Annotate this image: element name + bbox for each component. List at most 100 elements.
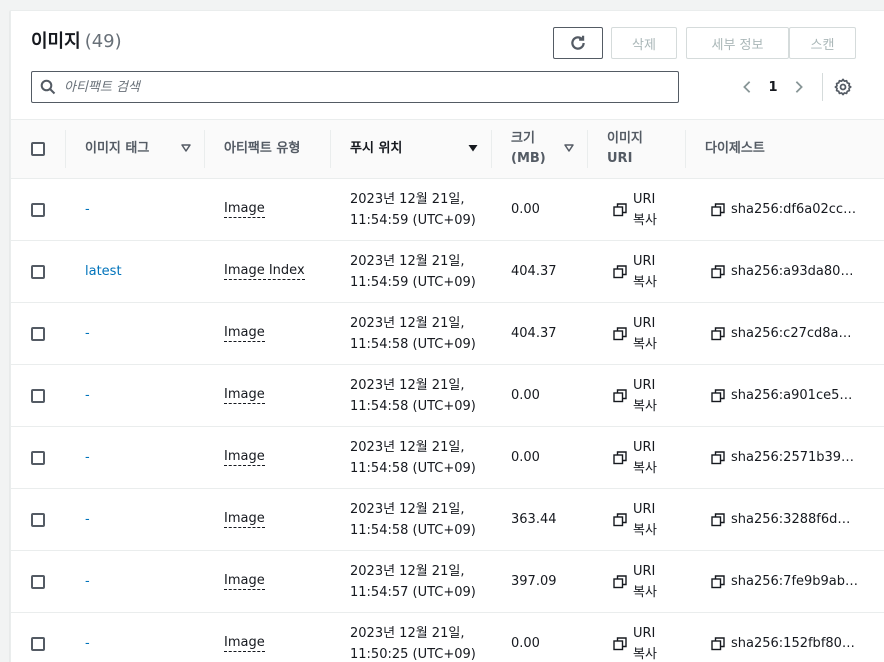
select-all-checkbox[interactable] xyxy=(31,142,45,156)
delete-button[interactable]: 삭제 xyxy=(611,27,677,59)
pushed-at-cell: 2023년 12월 21일, 11:54:58 (UTC+09) xyxy=(350,489,476,550)
refresh-button[interactable] xyxy=(553,27,603,59)
pushed-date: 2023년 12월 21일, xyxy=(350,315,465,331)
column-label-size: 크기 xyxy=(511,131,535,146)
pushed-date: 2023년 12월 21일, xyxy=(350,501,465,517)
pushed-date: 2023년 12월 21일, xyxy=(350,563,465,579)
row-checkbox[interactable] xyxy=(31,202,45,217)
row-checkbox-cell xyxy=(31,179,45,240)
copy-digest-button[interactable]: sha256:3288f6d… xyxy=(711,489,871,550)
row-checkbox[interactable] xyxy=(31,574,45,589)
next-page-button[interactable] xyxy=(787,75,811,99)
search-box xyxy=(31,71,679,103)
pushed-date: 2023년 12월 21일, xyxy=(350,439,465,455)
size-cell: 404.37 xyxy=(511,326,557,341)
copy-digest-button[interactable]: sha256:c27cd8ae… xyxy=(711,303,871,364)
size-cell: 363.44 xyxy=(511,512,557,527)
table-row: - Image 2023년 12월 21일, 11:54:57 (UTC+09) … xyxy=(11,551,884,613)
row-checkbox-cell xyxy=(31,303,45,364)
copy-icon xyxy=(711,264,725,278)
image-tag-link[interactable]: - xyxy=(85,303,90,364)
pushed-at-cell: 2023년 12월 21일, 11:54:58 (UTC+09) xyxy=(350,365,476,426)
prev-page-button[interactable] xyxy=(735,75,759,99)
image-tag-link[interactable]: - xyxy=(85,489,90,550)
copy-icon xyxy=(613,326,627,340)
current-page[interactable]: 1 xyxy=(759,80,787,95)
copy-uri-button[interactable]: URI 복사 xyxy=(613,241,657,302)
pushed-date: 2023년 12월 21일, xyxy=(350,625,465,641)
caret-down-icon xyxy=(468,145,478,152)
image-tag-link[interactable]: - xyxy=(85,613,90,662)
preferences-button[interactable] xyxy=(831,75,855,99)
copy-uri-label-2: 복사 xyxy=(633,522,657,538)
details-button[interactable]: 세부 정보 xyxy=(686,27,789,59)
copy-uri-label-1: URI xyxy=(633,377,656,393)
copy-digest-button[interactable]: sha256:7fe9b9ab… xyxy=(711,551,871,612)
image-tag-link[interactable]: - xyxy=(85,551,90,612)
image-count: (49) xyxy=(84,31,122,52)
pushed-time: 11:54:59 (UTC+09) xyxy=(350,274,476,290)
row-checkbox[interactable] xyxy=(31,450,45,465)
artifact-type-cell: Image Index xyxy=(224,241,305,302)
column-label-tag: 이미지 태그 xyxy=(85,141,150,156)
copy-uri-button[interactable]: URI 복사 xyxy=(613,613,657,662)
image-tag-link[interactable]: - xyxy=(85,179,90,240)
search-input[interactable] xyxy=(64,73,678,101)
row-checkbox[interactable] xyxy=(31,512,45,527)
copy-uri-label-1: URI xyxy=(633,439,656,455)
copy-uri-button[interactable]: URI 복사 xyxy=(613,179,657,240)
row-checkbox[interactable] xyxy=(31,636,45,651)
scan-button[interactable]: 스캔 xyxy=(789,27,856,59)
column-header-size[interactable]: 크기 (MB) xyxy=(491,120,587,178)
row-checkbox-cell xyxy=(31,551,45,612)
artifact-type[interactable]: Image xyxy=(224,511,265,528)
pager-divider xyxy=(822,73,823,101)
copy-digest-button[interactable]: sha256:df6a02cc… xyxy=(711,179,871,240)
row-checkbox[interactable] xyxy=(31,264,45,279)
column-label-type: 아티팩트 유형 xyxy=(224,141,301,156)
table-row: latest Image Index 2023년 12월 21일, 11:54:5… xyxy=(11,241,884,303)
image-tag-link[interactable]: - xyxy=(85,427,90,488)
caret-down-icon xyxy=(564,144,574,152)
copy-uri-button[interactable]: URI 복사 xyxy=(613,427,657,488)
row-checkbox[interactable] xyxy=(31,326,45,341)
copy-uri-button[interactable]: URI 복사 xyxy=(613,551,657,612)
column-header-push[interactable]: 푸시 위치 xyxy=(330,120,491,178)
pushed-time: 11:50:25 (UTC+09) xyxy=(350,646,476,662)
copy-uri-label-1: URI xyxy=(633,501,656,517)
column-header-uri: 이미지 URI xyxy=(587,120,685,178)
artifact-type[interactable]: Image xyxy=(224,387,265,404)
image-tag-link[interactable]: - xyxy=(85,365,90,426)
copy-uri-button[interactable]: URI 복사 xyxy=(613,365,657,426)
refresh-icon xyxy=(571,35,585,50)
copy-icon xyxy=(711,202,725,216)
copy-digest-button[interactable]: sha256:a901ce5… xyxy=(711,365,871,426)
pushed-at-cell: 2023년 12월 21일, 11:54:59 (UTC+09) xyxy=(350,179,476,240)
artifact-type-cell: Image xyxy=(224,365,265,426)
artifact-type[interactable]: Image xyxy=(224,573,265,590)
copy-digest-button[interactable]: sha256:2571b39… xyxy=(711,427,871,488)
artifact-type[interactable]: Image xyxy=(224,449,265,466)
row-checkbox-cell xyxy=(31,365,45,426)
size-cell: 404.37 xyxy=(511,264,557,279)
copy-digest-button[interactable]: sha256:a93da80… xyxy=(711,241,871,302)
copy-uri-button[interactable]: URI 복사 xyxy=(613,489,657,550)
column-label-push: 푸시 위치 xyxy=(350,141,403,156)
artifact-type[interactable]: Image Index xyxy=(224,263,305,280)
artifact-type[interactable]: Image xyxy=(224,325,265,342)
artifact-type[interactable]: Image xyxy=(224,635,265,652)
copy-digest-button[interactable]: sha256:152fbf80… xyxy=(711,613,871,662)
image-tag-link[interactable]: latest xyxy=(85,241,122,302)
column-header-tag[interactable]: 이미지 태그 xyxy=(65,120,204,178)
artifact-type-cell: Image xyxy=(224,179,265,240)
copy-uri-button[interactable]: URI 복사 xyxy=(613,303,657,364)
pushed-time: 11:54:58 (UTC+09) xyxy=(350,398,476,414)
column-header-type: 아티팩트 유형 xyxy=(204,120,330,178)
row-checkbox[interactable] xyxy=(31,388,45,403)
copy-uri-label-2: 복사 xyxy=(633,274,657,290)
pushed-at-cell: 2023년 12월 21일, 11:54:59 (UTC+09) xyxy=(350,241,476,302)
digest-value: sha256:7fe9b9ab… xyxy=(731,574,859,589)
copy-icon xyxy=(711,636,725,650)
column-label-uri-2: URI xyxy=(607,151,633,166)
artifact-type[interactable]: Image xyxy=(224,201,265,218)
